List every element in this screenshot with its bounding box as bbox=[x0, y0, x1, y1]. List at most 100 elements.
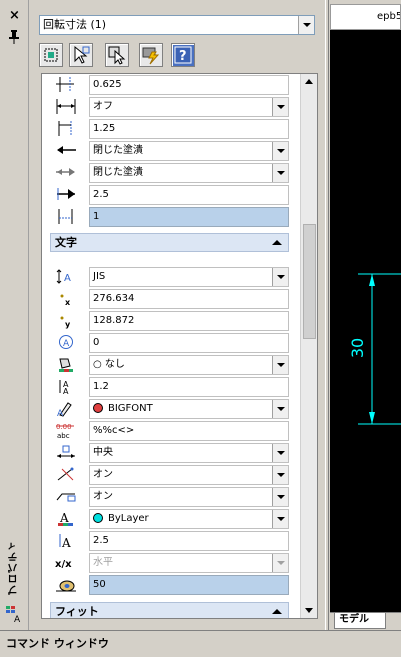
text-leader-icon bbox=[54, 488, 78, 505]
property-value-text: 1.2 bbox=[93, 381, 109, 392]
text-override-icon: 0.00 abc bbox=[54, 422, 78, 440]
chevron-down-icon[interactable] bbox=[298, 16, 314, 34]
property-value-input[interactable]: 276.634 bbox=[89, 289, 289, 309]
arrow-size-icon bbox=[54, 186, 78, 203]
svg-text:A: A bbox=[64, 273, 71, 284]
property-row: 0.625 bbox=[42, 74, 299, 95]
property-value-input[interactable]: 2.5 bbox=[89, 185, 289, 205]
chevron-down-icon[interactable] bbox=[272, 142, 288, 160]
chevron-down-icon[interactable] bbox=[272, 400, 288, 418]
section-fit-label: フィット bbox=[55, 605, 99, 618]
svg-text:A: A bbox=[63, 339, 70, 349]
chevron-down-icon[interactable] bbox=[272, 268, 288, 286]
svg-text:abc: abc bbox=[57, 432, 70, 439]
chevron-down-icon[interactable] bbox=[272, 164, 288, 182]
property-value-text: 中央 bbox=[93, 447, 113, 458]
property-value-input[interactable]: 1 bbox=[89, 207, 289, 227]
chevron-down-icon[interactable] bbox=[272, 444, 288, 462]
text-height-icon: AA bbox=[54, 378, 78, 396]
collapse-caret-icon[interactable] bbox=[272, 609, 282, 614]
chevron-down-icon[interactable] bbox=[272, 356, 288, 374]
property-value-input[interactable]: 0 bbox=[89, 333, 289, 353]
property-value-select[interactable]: BIGFONT bbox=[89, 399, 289, 419]
ext-line-offset-icon bbox=[54, 120, 78, 137]
property-row: 閉じた塗潰 bbox=[42, 140, 299, 161]
select-objects-button[interactable] bbox=[69, 43, 93, 67]
svg-text:A: A bbox=[57, 409, 64, 417]
document-tab[interactable]: epb5 bbox=[330, 4, 401, 30]
scroll-down-icon[interactable] bbox=[305, 608, 313, 613]
dimline-icon bbox=[54, 98, 78, 115]
section-header-fit[interactable]: フィット bbox=[50, 602, 289, 618]
help-button[interactable]: ? bbox=[171, 43, 195, 67]
section-text-label: 文字 bbox=[55, 236, 77, 249]
command-window-label: コマンド ウィンドウ bbox=[6, 637, 109, 650]
object-type-select[interactable]: 回転寸法 (1) bbox=[39, 15, 315, 35]
dimension-text[interactable]: 30 bbox=[348, 338, 367, 358]
chevron-down-icon bbox=[272, 554, 288, 572]
properties-icon[interactable]: A bbox=[5, 605, 23, 623]
chevron-down-icon[interactable] bbox=[272, 488, 288, 506]
property-value-text: 閉じた塗潰 bbox=[93, 145, 143, 156]
property-row: オフ bbox=[42, 96, 299, 117]
pin-icon[interactable] bbox=[8, 30, 20, 44]
help-icon: ? bbox=[174, 46, 192, 64]
property-value-text: オフ bbox=[93, 101, 113, 112]
collapse-caret-icon[interactable] bbox=[272, 240, 282, 245]
property-row: ○ なし bbox=[42, 354, 299, 375]
svg-text:A: A bbox=[14, 615, 21, 623]
color-swatch-icon bbox=[93, 403, 103, 413]
property-value-input[interactable]: 50 bbox=[89, 575, 289, 595]
property-value-select[interactable]: 閉じた塗潰 bbox=[89, 141, 289, 161]
property-row: A A 1.2 bbox=[42, 376, 299, 397]
property-value-text: 50 bbox=[93, 579, 106, 590]
property-value-text: 276.634 bbox=[93, 293, 135, 304]
property-row: 中央 bbox=[42, 442, 299, 463]
model-canvas[interactable]: 30 bbox=[330, 30, 401, 612]
property-value-input[interactable]: %%c<> bbox=[89, 421, 289, 441]
text-pos-y-icon: y bbox=[54, 312, 78, 329]
properties-panel: 回転寸法 (1) ? 0.625 オフ 1.25 閉じた塗潰 閉じた塗潰 2.5… bbox=[31, 0, 325, 630]
select-objects-icon bbox=[74, 45, 90, 64]
property-value-input[interactable]: 2.5 bbox=[89, 531, 289, 551]
arrow2-icon bbox=[54, 164, 78, 181]
property-value-select[interactable]: JIS bbox=[89, 267, 289, 287]
property-value-select[interactable]: 閉じた塗潰 bbox=[89, 163, 289, 183]
property-value-select[interactable]: オフ bbox=[89, 97, 289, 117]
chevron-down-icon[interactable] bbox=[272, 98, 288, 116]
scroll-up-icon[interactable] bbox=[305, 79, 313, 84]
chevron-down-icon[interactable] bbox=[272, 510, 288, 528]
svg-text:A: A bbox=[63, 387, 69, 395]
property-value-select[interactable]: ○ なし bbox=[89, 355, 289, 375]
section-header-text[interactable]: 文字 bbox=[50, 233, 289, 252]
property-value-input[interactable]: 0.625 bbox=[89, 75, 289, 95]
property-row: y 128.872 bbox=[42, 310, 299, 331]
vertical-scrollbar[interactable] bbox=[300, 74, 317, 618]
property-value-input[interactable]: 128.872 bbox=[89, 311, 289, 331]
arrow1-icon bbox=[54, 142, 78, 159]
property-value-input[interactable]: 1.2 bbox=[89, 377, 289, 397]
property-value-select[interactable]: 中央 bbox=[89, 443, 289, 463]
property-value-input[interactable]: 1.25 bbox=[89, 119, 289, 139]
quick-select-button[interactable] bbox=[105, 43, 129, 67]
dimension-drawing: 30 bbox=[348, 273, 401, 425]
scroll-thumb[interactable] bbox=[303, 224, 316, 339]
property-value-select[interactable]: オン bbox=[89, 487, 289, 507]
property-value-text: 0 bbox=[93, 337, 100, 348]
property-value-select[interactable]: オン bbox=[89, 465, 289, 485]
splitter[interactable] bbox=[325, 0, 329, 630]
close-icon[interactable]: × bbox=[9, 8, 20, 23]
layout-tabs: モデル bbox=[330, 612, 401, 630]
property-row: x/x 水平 bbox=[42, 552, 299, 573]
svg-text:x/x: x/x bbox=[55, 559, 72, 570]
property-value-text: %%c<> bbox=[93, 425, 135, 436]
property-value-text: ○ なし bbox=[93, 359, 125, 370]
command-window[interactable]: コマンド ウィンドウ bbox=[0, 630, 401, 657]
property-value-text: オン bbox=[93, 491, 113, 502]
chevron-down-icon[interactable] bbox=[272, 466, 288, 484]
tab-model[interactable]: モデル bbox=[334, 613, 386, 629]
property-value-text: 128.872 bbox=[93, 315, 135, 326]
toggle-pickadd-button[interactable] bbox=[39, 43, 63, 67]
property-value-select[interactable]: ByLayer bbox=[89, 509, 289, 529]
quick-properties-button[interactable] bbox=[139, 43, 163, 67]
